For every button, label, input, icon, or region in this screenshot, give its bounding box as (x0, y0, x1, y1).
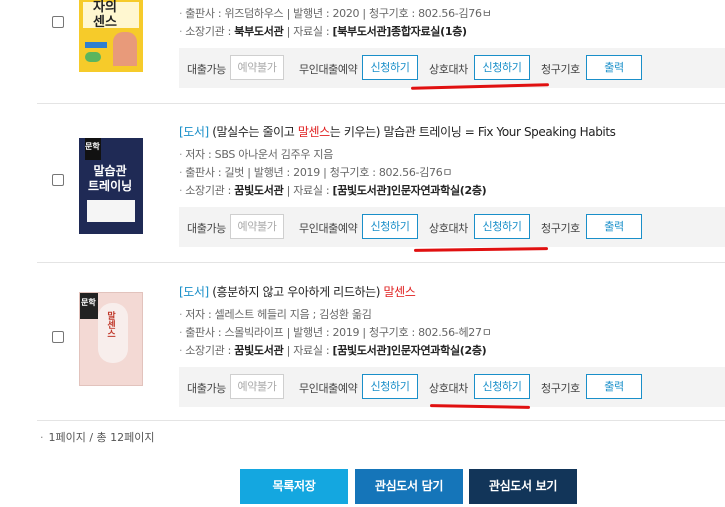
interlibrary-apply-button[interactable]: 신청하기 (474, 55, 530, 80)
interlibrary-loan-label: 상호대차 (429, 382, 468, 395)
unmanned-loan-label: 무인대출예약 (299, 222, 358, 235)
reserve-button[interactable]: 예약불가 (230, 55, 284, 80)
reserve-button[interactable]: 예약불가 (230, 214, 284, 239)
search-result-list: 자의 센스 · 출판사 : 위즈덤하우스 | 발행년 : 2020 | 청구기호 … (37, 0, 725, 421)
call-number-label: 청구기호 (541, 382, 580, 395)
book-meta: [도서] (흥분하지 않고 우아하게 리드하는) 말센스 · 저자 : 셀레스트 … (179, 283, 719, 360)
action-bar: 대출가능 예약불가 무인대출예약 신청하기 상호대차 신청하기 청구기호 출력 (179, 48, 725, 88)
book-meta: [도서] (말실수는 줄이고 말센스는 키우는) 말습관 트레이닝 = Fix … (179, 123, 719, 200)
publisher-line: · 출판사 : 길벗 | 발행년 : 2019 | 청구기호 : 802.56-김… (179, 166, 453, 179)
location-line: · 소장기관 : 북부도서관 | 자료실 : [북부도서관]종합자료실(1층) (179, 25, 467, 38)
result-item: 자의 센스 · 출판사 : 위즈덤하우스 | 발행년 : 2020 | 청구기호 … (37, 0, 725, 104)
book-meta: · 출판사 : 위즈덤하우스 | 발행년 : 2020 | 청구기호 : 802.… (179, 5, 719, 41)
page-info: · 1페이지 / 총 12페이지 (40, 431, 155, 444)
cover-badge: 문학 (85, 142, 100, 151)
select-checkbox[interactable] (52, 174, 64, 186)
unmanned-loan-label: 무인대출예약 (299, 382, 358, 395)
print-button[interactable]: 출력 (586, 214, 642, 239)
print-button[interactable]: 출력 (586, 374, 642, 399)
view-favorite-button[interactable]: 관심도서 보기 (469, 469, 577, 504)
reserve-button[interactable]: 예약불가 (230, 374, 284, 399)
interlibrary-apply-button[interactable]: 신청하기 (474, 374, 530, 399)
unmanned-apply-button[interactable]: 신청하기 (362, 214, 418, 239)
interlibrary-apply-button[interactable]: 신청하기 (474, 214, 530, 239)
unmanned-apply-button[interactable]: 신청하기 (362, 55, 418, 80)
book-title[interactable]: [도서] (흥분하지 않고 우아하게 리드하는) 말센스 (179, 283, 719, 300)
cover-title: 자의 센스 (93, 0, 117, 30)
book-cover[interactable]: 문학 말센스 (79, 292, 143, 386)
call-number-label: 청구기호 (541, 222, 580, 235)
loan-status-label: 대출가능 (187, 222, 226, 235)
book-cover[interactable]: 자의 센스 (79, 0, 143, 72)
interlibrary-loan-label: 상호대차 (429, 222, 468, 235)
book-title[interactable]: [도서] (말실수는 줄이고 말센스는 키우는) 말습관 트레이닝 = Fix … (179, 123, 719, 140)
cover-title: 말습관 트레이닝 (88, 164, 133, 193)
action-bar: 대출가능 예약불가 무인대출예약 신청하기 상호대차 신청하기 청구기호 출력 (179, 367, 725, 407)
cover-title: 말센스 (105, 311, 115, 338)
result-item: 문학 말습관 트레이닝 [도서] (말실수는 줄이고 말센스는 키우는) 말습관… (37, 104, 725, 263)
select-checkbox[interactable] (52, 331, 64, 343)
publisher-line: · 출판사 : 위즈덤하우스 | 발행년 : 2020 | 청구기호 : 802.… (179, 7, 492, 20)
location-line: · 소장기관 : 꿈빛도서관 | 자료실 : [꿈빛도서관]인문자연과학실(2층) (179, 344, 487, 357)
location-line: · 소장기관 : 꿈빛도서관 | 자료실 : [꿈빛도서관]인문자연과학실(2층) (179, 184, 487, 197)
call-number-label: 청구기호 (541, 63, 580, 76)
result-item: 문학 말센스 [도서] (흥분하지 않고 우아하게 리드하는) 말센스 · 저자 … (37, 263, 725, 421)
select-checkbox[interactable] (52, 16, 64, 28)
add-favorite-button[interactable]: 관심도서 담기 (355, 469, 463, 504)
interlibrary-loan-label: 상호대차 (429, 63, 468, 76)
loan-status-label: 대출가능 (187, 382, 226, 395)
action-bar: 대출가능 예약불가 무인대출예약 신청하기 상호대차 신청하기 청구기호 출력 (179, 207, 725, 247)
book-cover[interactable]: 문학 말습관 트레이닝 (79, 138, 143, 234)
author-line: · 저자 : 셀레스트 헤들리 지음 ; 김성환 옮김 (179, 308, 372, 321)
author-line: · 저자 : SBS 아나운서 김주우 지음 (179, 148, 334, 161)
cover-badge: 문학 (81, 298, 96, 307)
publisher-line: · 출판사 : 스몰빅라이프 | 발행년 : 2019 | 청구기호 : 802.… (179, 326, 492, 339)
print-button[interactable]: 출력 (586, 55, 642, 80)
loan-status-label: 대출가능 (187, 63, 226, 76)
unmanned-loan-label: 무인대출예약 (299, 63, 358, 76)
save-list-button[interactable]: 목록저장 (240, 469, 348, 504)
unmanned-apply-button[interactable]: 신청하기 (362, 374, 418, 399)
